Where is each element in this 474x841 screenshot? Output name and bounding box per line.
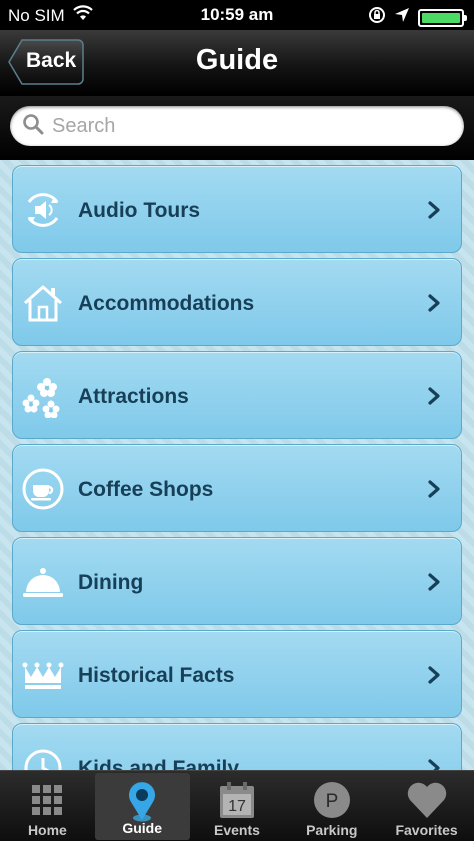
tab-label: Events: [214, 822, 260, 838]
chevron-right-icon: [427, 200, 441, 220]
chevron-right-icon: [427, 665, 441, 685]
search-bar: [0, 96, 474, 160]
tab-label: Guide: [122, 820, 163, 836]
parking-letter: P: [325, 791, 338, 812]
chevron-right-icon: [427, 479, 441, 499]
calendar-icon: 17: [215, 778, 259, 822]
cloche-icon: [21, 560, 65, 604]
clock-icon: [21, 746, 65, 770]
list-item-audio-tours[interactable]: Audio Tours: [12, 165, 462, 253]
guide-list: Audio Tours Accommodations Attractions C…: [0, 160, 474, 770]
list-item-dining[interactable]: Dining: [12, 537, 462, 625]
coffee-cup-icon: [21, 467, 65, 511]
list-item-attractions[interactable]: Attractions: [12, 351, 462, 439]
search-icon: [22, 113, 44, 140]
list-item-accommodations[interactable]: Accommodations: [12, 258, 462, 346]
heart-icon: [405, 778, 449, 822]
tab-label: Favorites: [395, 822, 458, 838]
list-item-kids-and-family[interactable]: Kids and Family: [12, 723, 462, 770]
status-bar: No SIM 10:59 am: [0, 0, 474, 30]
tab-bar: Home Guide 17 Events P Parking Favorites: [0, 770, 474, 841]
tab-guide[interactable]: Guide: [94, 773, 190, 840]
audio-tour-icon: [21, 188, 65, 232]
chevron-right-icon: [427, 572, 441, 592]
tab-label: Home: [27, 822, 67, 838]
tab-label: Parking: [306, 822, 358, 838]
navigation-bar: Back Guide: [0, 30, 474, 96]
crown-icon: [21, 653, 65, 697]
flowers-icon: [21, 374, 65, 419]
list-item-label: Attractions: [78, 385, 189, 408]
location-arrow-icon: [394, 7, 410, 28]
list-item-label: Kids and Family: [78, 757, 240, 770]
list-item-historical-facts[interactable]: Historical Facts: [12, 630, 462, 718]
list-item-label: Dining: [78, 571, 144, 594]
tab-home[interactable]: Home: [0, 771, 95, 841]
rotation-lock-icon: [368, 6, 386, 29]
list-item-coffee-shops[interactable]: Coffee Shops: [12, 444, 462, 532]
chevron-right-icon: [427, 758, 441, 770]
parking-icon: P: [310, 778, 354, 822]
grid-icon: [25, 778, 69, 822]
chevron-right-icon: [427, 386, 441, 406]
map-pin-icon: [120, 780, 164, 824]
calendar-day-number: 17: [228, 798, 246, 815]
list-item-label: Audio Tours: [78, 199, 201, 222]
search-field-container[interactable]: [10, 106, 464, 146]
page-title: Guide: [195, 44, 279, 76]
list-item-label: Historical Facts: [78, 664, 235, 687]
house-icon: [21, 281, 65, 325]
list-item-label: Accommodations: [78, 292, 255, 315]
tab-favorites[interactable]: Favorites: [379, 771, 474, 841]
battery-icon: [418, 8, 467, 27]
chevron-right-icon: [427, 293, 441, 313]
list-item-label: Coffee Shops: [78, 478, 214, 501]
tab-parking[interactable]: P Parking: [284, 771, 379, 841]
search-input[interactable]: [52, 114, 432, 138]
tab-events[interactable]: 17 Events: [190, 771, 285, 841]
